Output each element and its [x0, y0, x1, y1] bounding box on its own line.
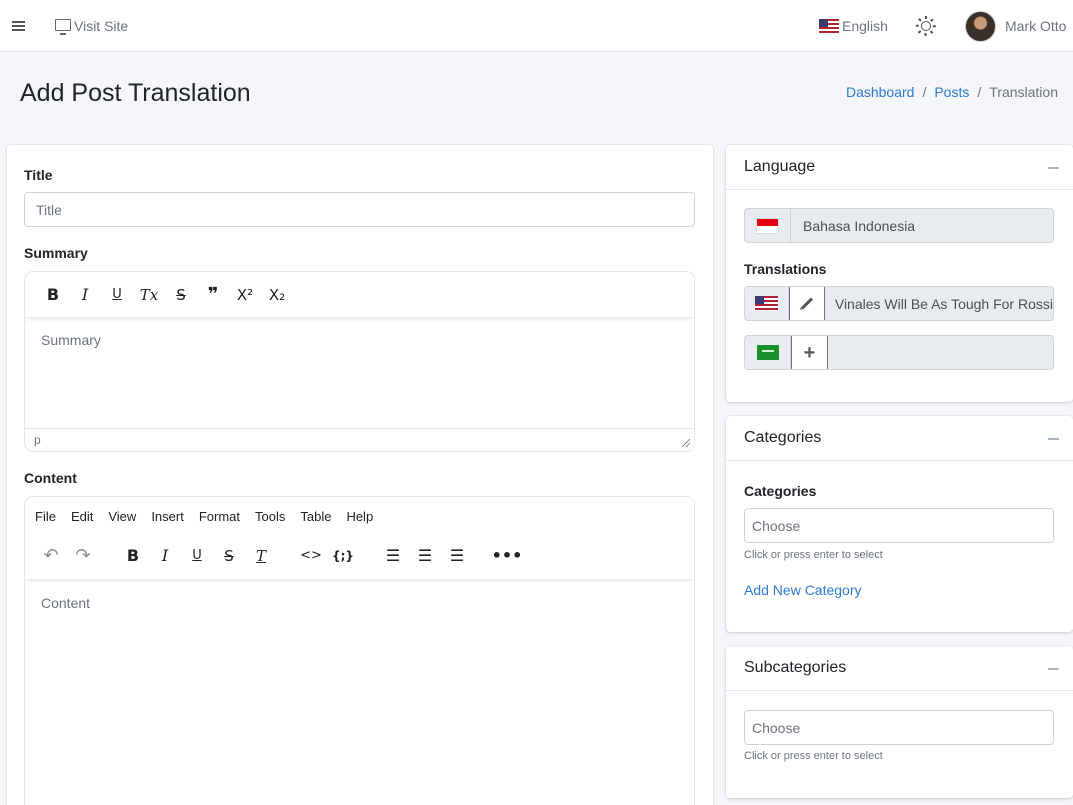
translation-empty — [828, 336, 840, 369]
clear-format-button[interactable]: Tx — [133, 286, 165, 304]
collapse-icon[interactable] — [1048, 438, 1059, 440]
menu-help[interactable]: Help — [346, 509, 373, 524]
strikethrough-button[interactable]: S — [165, 286, 197, 304]
content-editor: File Edit View Insert Format Tools Table… — [24, 496, 695, 805]
subcategories-help-text: Click or press enter to select — [744, 750, 883, 762]
superscript-button[interactable]: X² — [229, 286, 261, 304]
summary-statusbar: p — [25, 428, 694, 451]
collapse-icon[interactable] — [1048, 167, 1059, 169]
summary-editor: B I U Tx S ❞ X² X₂ Summary p — [24, 271, 695, 452]
italic-button[interactable]: I — [69, 285, 101, 304]
theme-toggle-button[interactable] — [915, 0, 936, 52]
menu-table[interactable]: Table — [300, 509, 331, 524]
pencil-icon — [801, 297, 814, 310]
user-name: Mark Otto — [1005, 18, 1067, 34]
underline-button[interactable]: U — [181, 548, 213, 563]
translation-row-arabic: + — [744, 335, 1054, 370]
subcategories-card: Subcategories Choose Click or press ente… — [726, 646, 1073, 798]
translation-title: Vinales Will Be As Tough For Rossi — [834, 295, 1053, 312]
bold-button[interactable]: B — [117, 546, 149, 565]
bold-button[interactable]: B — [37, 285, 69, 304]
top-navbar: Visit Site English Mark Otto — [0, 0, 1073, 52]
breadcrumb-dashboard[interactable]: Dashboard — [846, 84, 915, 100]
italic-button[interactable]: I — [149, 546, 181, 565]
indonesia-flag-icon — [745, 209, 791, 242]
menu-insert[interactable]: Insert — [151, 509, 184, 524]
user-menu[interactable]: Mark Otto — [965, 0, 1066, 52]
edit-translation-button[interactable] — [789, 287, 825, 320]
add-new-category-link[interactable]: Add New Category — [744, 582, 862, 598]
categories-card-title: Categories — [744, 429, 822, 446]
avatar — [965, 10, 996, 42]
menu-file[interactable]: File — [35, 509, 56, 524]
menu-format[interactable]: Format — [199, 509, 240, 524]
underline-button[interactable]: U — [101, 287, 133, 302]
resize-handle-icon[interactable] — [682, 439, 690, 447]
add-translation-button[interactable]: + — [791, 336, 828, 369]
summary-toolbar: B I U Tx S ❞ X² X₂ — [25, 272, 694, 317]
categories-help-text: Click or press enter to select — [744, 549, 883, 561]
menu-view[interactable]: View — [108, 509, 136, 524]
plus-icon: + — [803, 341, 816, 364]
language-card-title: Language — [744, 158, 816, 175]
translations-label: Translations — [744, 261, 827, 277]
subcategories-card-title: Subcategories — [744, 659, 847, 676]
subcategories-select[interactable]: Choose — [744, 710, 1054, 745]
menu-toggle-button[interactable] — [12, 0, 25, 52]
post-form-card: Title Title Summary B I U Tx S ❞ X² X₂ S… — [7, 145, 713, 805]
code-block-icon[interactable]: {;} — [327, 549, 359, 563]
hamburger-icon — [12, 21, 25, 31]
subscript-button[interactable]: X₂ — [261, 286, 293, 304]
more-options-icon[interactable]: ••• — [491, 546, 523, 565]
translation-row-english: Vinales Will Be As Tough For Rossi — [744, 286, 1054, 321]
saudi-flag-icon — [745, 336, 791, 369]
summary-editor-body[interactable]: Summary — [41, 332, 101, 348]
categories-card-header: Categories — [726, 416, 1073, 461]
blockquote-button[interactable]: ❞ — [197, 284, 229, 305]
clear-format-button[interactable]: T — [245, 547, 277, 565]
sun-icon — [915, 0, 936, 52]
subcategories-card-header: Subcategories — [726, 646, 1073, 691]
align-right-icon[interactable]: ☰ — [441, 546, 473, 565]
align-left-icon[interactable]: ☰ — [377, 546, 409, 565]
visit-site-label: Visit Site — [74, 18, 129, 34]
title-label: Title — [24, 167, 53, 183]
current-language-value: Bahasa Indonesia — [803, 217, 916, 234]
us-flag-icon — [745, 287, 790, 320]
content-format-bar: ↶ ↷ B I U S T <> {;} ☰ ☰ ☰ ••• — [35, 545, 523, 566]
undo-icon[interactable]: ↶ — [35, 545, 67, 566]
element-path: p — [34, 433, 41, 447]
breadcrumb: Dashboard / Posts / Translation — [845, 84, 1058, 100]
categories-field-label: Categories — [744, 483, 817, 499]
collapse-icon[interactable] — [1048, 668, 1059, 670]
categories-select[interactable]: Choose — [744, 508, 1054, 543]
language-card-header: Language — [726, 145, 1073, 190]
summary-label: Summary — [24, 245, 88, 261]
content-label: Content — [24, 470, 77, 486]
monitor-icon — [55, 19, 71, 35]
language-label: English — [842, 18, 888, 34]
content-menubar: File Edit View Insert Format Tools Table… — [35, 509, 388, 524]
menu-tools[interactable]: Tools — [255, 509, 285, 524]
content-editor-body[interactable]: Content — [41, 595, 90, 611]
us-flag-icon — [819, 19, 839, 33]
language-card: Language Bahasa Indonesia Translations V… — [726, 145, 1073, 402]
content-toolbar: File Edit View Insert Format Tools Table… — [25, 497, 694, 579]
strikethrough-button[interactable]: S — [213, 547, 245, 565]
current-language-field: Bahasa Indonesia — [744, 208, 1054, 243]
breadcrumb-posts[interactable]: Posts — [934, 84, 969, 100]
visit-site-link[interactable]: Visit Site — [55, 0, 128, 52]
code-icon[interactable]: <> — [295, 548, 327, 563]
page-title: Add Post Translation — [20, 79, 251, 107]
menu-edit[interactable]: Edit — [71, 509, 93, 524]
redo-icon[interactable]: ↷ — [67, 545, 99, 566]
align-center-icon[interactable]: ☰ — [409, 546, 441, 565]
categories-card: Categories Categories Choose Click or pr… — [726, 416, 1073, 632]
language-dropdown[interactable]: English — [819, 0, 888, 52]
breadcrumb-current: Translation — [989, 84, 1058, 100]
title-input[interactable]: Title — [24, 192, 695, 227]
